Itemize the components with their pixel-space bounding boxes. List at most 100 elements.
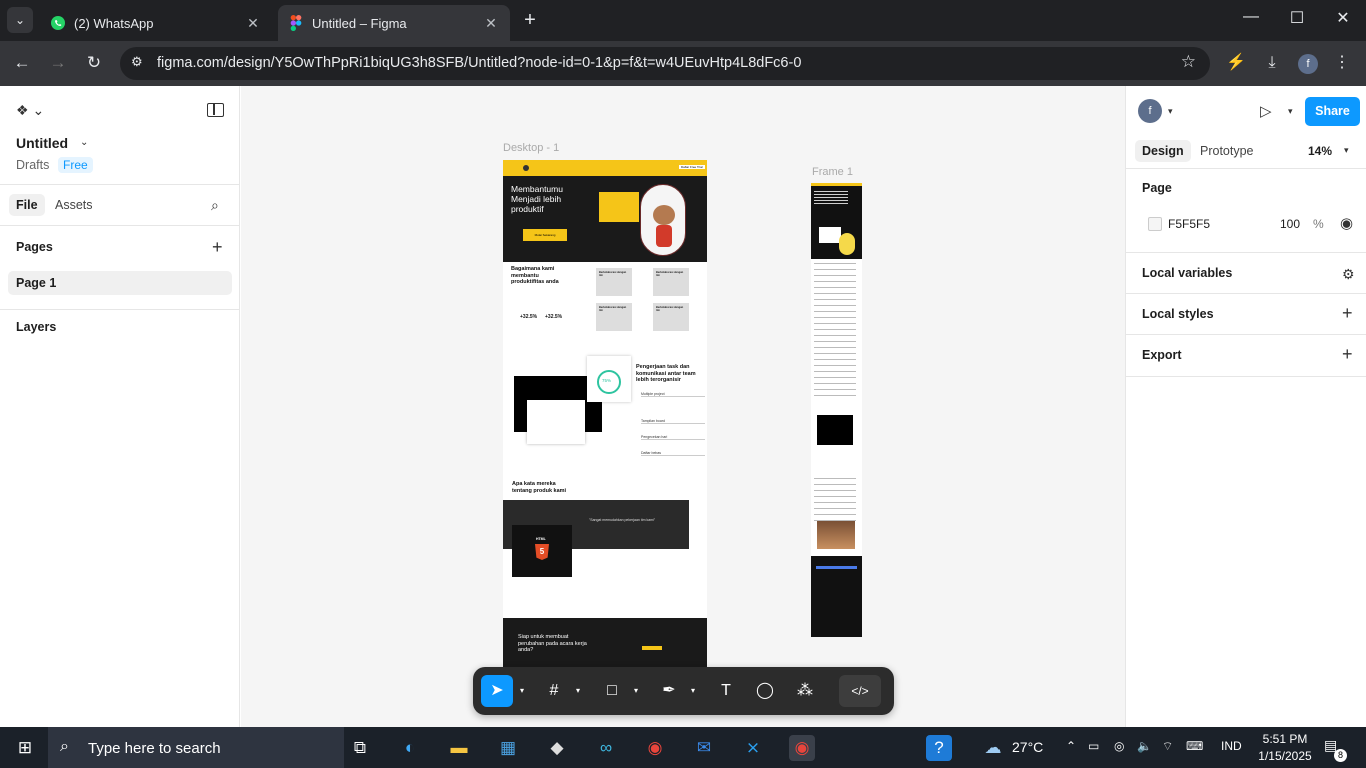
page-item[interactable]: Page 1 — [8, 271, 232, 295]
list-item: Daftar bebas — [641, 451, 705, 456]
weather-cloud-icon: ☁ — [984, 738, 1002, 757]
visibility-eye-icon[interactable]: ◉ — [1340, 214, 1353, 232]
desktop-frame[interactable]: Daftar Free Trial Membantumu Menjadi leb… — [503, 160, 707, 668]
battery-icon[interactable]: ▭ — [1088, 739, 1099, 753]
search-icon[interactable]: ⌕ — [211, 197, 219, 214]
canvas[interactable]: Desktop - 1 Frame 1 Daftar Free Trial Me… — [241, 86, 1125, 727]
extension-icon[interactable]: ⚡ — [1224, 52, 1248, 76]
reload-icon[interactable]: ↻ — [82, 52, 106, 76]
address-bar[interactable]: ⚙ figma.com/design/Y5OwThPpRi1biqUG3h8SF… — [120, 47, 1210, 80]
local-styles-heading[interactable]: Local styles — [1142, 307, 1214, 321]
task-view-icon[interactable]: ⧉ — [347, 735, 373, 761]
dev-mode-icon[interactable]: </> — [839, 675, 881, 707]
edge-icon[interactable]: ◐ — [397, 735, 423, 761]
site-settings-icon[interactable]: ⚙ — [131, 54, 143, 70]
meet-icon[interactable]: ◎ — [1114, 739, 1124, 753]
bookmark-star-icon[interactable]: ☆ — [1181, 52, 1196, 72]
date: 1/15/2025 — [1258, 749, 1312, 763]
frame-label-frame1[interactable]: Frame 1 — [812, 166, 853, 178]
chevron-down-icon[interactable]: ⌄ — [80, 137, 88, 148]
chevron-down-icon[interactable]: ▾ — [631, 675, 641, 707]
background-color-swatch[interactable] — [1148, 217, 1162, 231]
quote-text: "Sangat memudahkan pekerjaan tim kami" — [589, 518, 656, 522]
download-icon[interactable]: ⤓ — [1260, 52, 1284, 76]
taskbar-search[interactable]: ⌕ Type here to search — [48, 727, 344, 768]
volume-icon[interactable]: 🔈 — [1137, 739, 1152, 753]
chevron-down-icon[interactable]: ▾ — [688, 675, 698, 707]
language-indicator[interactable]: IND — [1221, 739, 1242, 753]
dropbox-icon[interactable]: ◆ — [544, 735, 570, 761]
new-tab-icon[interactable]: + — [518, 9, 542, 32]
export-heading[interactable]: Export — [1142, 348, 1182, 362]
add-page-icon[interactable]: + — [212, 238, 223, 256]
minimize-icon[interactable]: — — [1228, 8, 1274, 26]
clock[interactable]: 5:51 PM 1/15/2025 — [1253, 731, 1317, 765]
divider — [0, 184, 240, 185]
keyboard-icon[interactable]: ⌨ — [1186, 739, 1203, 753]
background-hex-input[interactable]: F5F5F5 — [1168, 217, 1210, 231]
add-export-icon[interactable]: + — [1342, 345, 1353, 363]
chevron-down-icon[interactable]: ▾ — [517, 675, 527, 707]
figma-menu-icon[interactable]: ❖ ⌄ — [16, 102, 44, 119]
window-close-icon[interactable]: ✕ — [1320, 8, 1366, 28]
chrome-icon[interactable]: ◉ — [642, 735, 668, 761]
url-text[interactable]: figma.com/design/Y5OwThPpRi1biqUG3h8SFB/… — [157, 55, 801, 71]
figma-icon — [288, 15, 304, 31]
forward-icon[interactable]: → — [46, 52, 70, 76]
present-play-icon[interactable]: ▷ — [1260, 102, 1272, 120]
tab-design[interactable]: Design — [1135, 140, 1191, 162]
help-app-icon[interactable]: ? — [926, 735, 952, 761]
windows-start-icon[interactable]: ⊞ — [12, 735, 38, 761]
document-title[interactable]: Untitled — [16, 135, 68, 151]
tab-prototype[interactable]: Prototype — [1193, 140, 1261, 162]
share-button[interactable]: Share — [1305, 97, 1360, 126]
text-tool-icon[interactable]: T — [711, 675, 741, 707]
chrome-active-icon[interactable]: ◉ — [789, 735, 815, 761]
store-icon[interactable]: ▦ — [495, 735, 521, 761]
tab-search-button[interactable]: ⌄ — [7, 7, 33, 33]
tab-figma[interactable]: Untitled – Figma ✕ — [278, 5, 510, 41]
mobile-frame[interactable] — [811, 183, 862, 637]
chevron-down-icon[interactable]: ▾ — [1168, 106, 1173, 117]
opacity-input[interactable]: 100 — [1280, 217, 1300, 231]
zoom-level[interactable]: 14% — [1308, 144, 1332, 158]
back-icon[interactable]: ← — [10, 52, 34, 76]
wifi-icon[interactable]: ⌔ — [1162, 739, 1173, 754]
file-explorer-icon[interactable]: ▬ — [446, 735, 472, 761]
temperature[interactable]: 27°C — [1012, 739, 1043, 755]
rectangle-tool-icon[interactable]: □ — [597, 675, 627, 707]
local-variables-heading[interactable]: Local variables — [1142, 266, 1232, 280]
chevron-down-icon[interactable]: ▾ — [573, 675, 583, 707]
pen-tool-icon[interactable]: ✒ — [654, 675, 684, 707]
frame-tool-icon[interactable]: # — [539, 675, 569, 707]
variables-sliders-icon[interactable]: ⚙ — [1342, 266, 1355, 282]
frame-label-desktop[interactable]: Desktop - 1 — [503, 142, 559, 154]
close-tab-icon[interactable]: ✕ — [482, 15, 500, 32]
avatar[interactable]: f — [1138, 99, 1162, 123]
maximize-icon[interactable]: ☐ — [1274, 8, 1320, 28]
menu-icon[interactable]: ⋮ — [1330, 52, 1354, 76]
feature-card: Berkolaborasi dengan tim — [596, 268, 632, 296]
profile-avatar[interactable]: f — [1298, 54, 1318, 74]
tab-whatsapp[interactable]: (2) WhatsApp ✕ — [40, 5, 272, 41]
add-style-icon[interactable]: + — [1342, 304, 1353, 322]
logo-dot — [523, 165, 529, 171]
drafts-label[interactable]: Drafts — [16, 158, 49, 172]
hero-title: Membantumu Menjadi lebih produktif — [511, 184, 563, 214]
move-tool-icon[interactable]: ➤ — [481, 675, 513, 707]
bottom-toolbar: ➤ ▾ # ▾ □ ▾ ✒ ▾ T ◯ ⁂ </> — [473, 667, 894, 715]
time: 5:51 PM — [1262, 732, 1308, 746]
mascot-illustration — [640, 184, 686, 256]
actions-icon[interactable]: ⁂ — [790, 675, 820, 707]
infinity-app-icon[interactable]: ∞ — [593, 735, 619, 761]
chevron-down-icon[interactable]: ▾ — [1288, 106, 1293, 117]
tab-file[interactable]: File — [9, 194, 45, 216]
vscode-icon[interactable]: ⨯ — [740, 735, 766, 761]
comment-tool-icon[interactable]: ◯ — [750, 675, 780, 707]
chevron-down-icon[interactable]: ▾ — [1344, 145, 1349, 156]
close-tab-icon[interactable]: ✕ — [244, 15, 262, 32]
mail-icon[interactable]: ✉ — [691, 735, 717, 761]
show-hidden-icons-icon[interactable]: ⌃ — [1066, 739, 1076, 753]
tab-assets[interactable]: Assets — [55, 198, 93, 212]
toggle-sidebar-icon[interactable] — [207, 103, 224, 117]
